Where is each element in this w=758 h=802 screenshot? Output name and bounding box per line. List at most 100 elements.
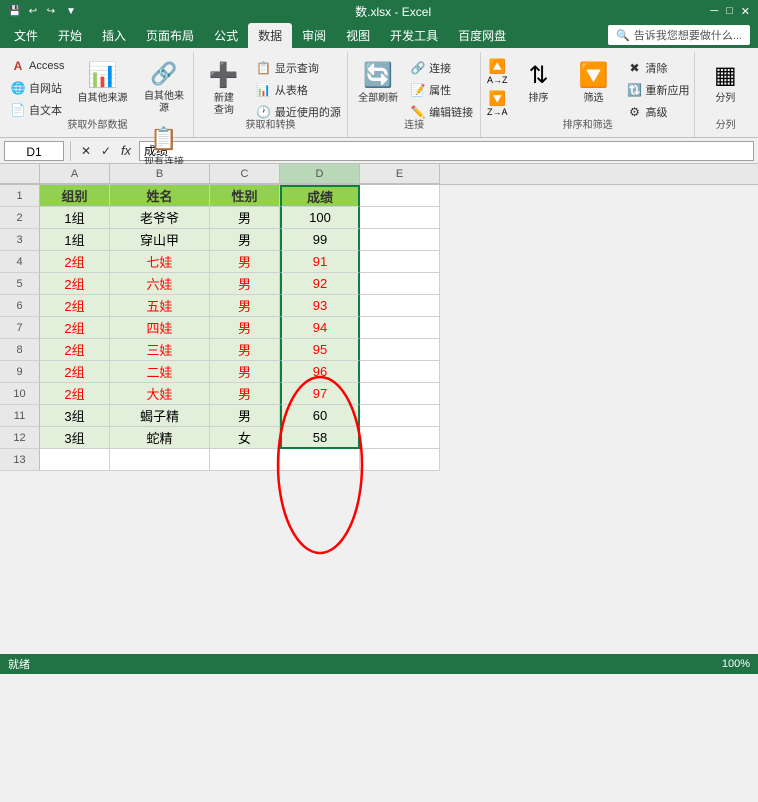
web-button[interactable]: 🌐 自网站 bbox=[6, 78, 68, 98]
cell-a8[interactable]: 2组 bbox=[40, 339, 110, 361]
cell-b5[interactable]: 六娃 bbox=[110, 273, 210, 295]
cell-c2[interactable]: 男 bbox=[210, 207, 280, 229]
cell-b7[interactable]: 四娃 bbox=[110, 317, 210, 339]
cell-d4[interactable]: 91 bbox=[280, 251, 360, 273]
cell-c10[interactable]: 男 bbox=[210, 383, 280, 405]
tab-baidu[interactable]: 百度网盘 bbox=[448, 23, 516, 48]
tab-view[interactable]: 视图 bbox=[336, 23, 380, 48]
zoom-level[interactable]: 100% bbox=[722, 658, 750, 670]
cell-b4[interactable]: 七娃 bbox=[110, 251, 210, 273]
cell-b6[interactable]: 五娃 bbox=[110, 295, 210, 317]
cell-a6[interactable]: 2组 bbox=[40, 295, 110, 317]
cell-b12[interactable]: 蛇精 bbox=[110, 427, 210, 449]
undo-icon[interactable]: ↩ bbox=[26, 4, 40, 18]
help-search[interactable]: 🔍 告诉我您想要做什么... bbox=[608, 25, 750, 45]
cell-d2[interactable]: 100 bbox=[280, 207, 360, 229]
cell-a12[interactable]: 3组 bbox=[40, 427, 110, 449]
col-header-c[interactable]: C bbox=[210, 164, 280, 184]
new-query-button[interactable]: ➕ 新建查询 bbox=[198, 56, 250, 120]
redo-icon[interactable]: ↪ bbox=[44, 4, 58, 18]
cell-a1[interactable]: 组别 bbox=[40, 185, 110, 207]
cell-d10[interactable]: 97 bbox=[280, 383, 360, 405]
connections-button[interactable]: 🔗 连接 bbox=[406, 58, 477, 78]
tab-developer[interactable]: 开发工具 bbox=[380, 23, 448, 48]
cell-e9[interactable] bbox=[360, 361, 440, 383]
cell-e4[interactable] bbox=[360, 251, 440, 273]
cell-b1[interactable]: 姓名 bbox=[110, 185, 210, 207]
cell-e8[interactable] bbox=[360, 339, 440, 361]
maximize-icon[interactable]: □ bbox=[726, 5, 733, 18]
cell-d11[interactable]: 60 bbox=[280, 405, 360, 427]
filter-button[interactable]: 🔽 筛选 bbox=[568, 56, 620, 120]
cell-e11[interactable] bbox=[360, 405, 440, 427]
cell-b2[interactable]: 老爷爷 bbox=[110, 207, 210, 229]
col-header-e[interactable]: E bbox=[360, 164, 440, 184]
cell-c6[interactable]: 男 bbox=[210, 295, 280, 317]
col-header-b[interactable]: B bbox=[110, 164, 210, 184]
cell-d9[interactable]: 96 bbox=[280, 361, 360, 383]
formula-input[interactable] bbox=[139, 141, 754, 161]
cell-e7[interactable] bbox=[360, 317, 440, 339]
tab-data[interactable]: 数据 bbox=[248, 23, 292, 48]
cell-d1[interactable]: 成绩 bbox=[280, 185, 360, 207]
cell-b9[interactable]: 二娃 bbox=[110, 361, 210, 383]
from-table-button[interactable]: 📊 从表格 bbox=[252, 80, 345, 100]
cell-b13[interactable] bbox=[110, 449, 210, 471]
col-header-a[interactable]: A bbox=[40, 164, 110, 184]
cell-b8[interactable]: 三娃 bbox=[110, 339, 210, 361]
tab-formulas[interactable]: 公式 bbox=[204, 23, 248, 48]
cell-a11[interactable]: 3组 bbox=[40, 405, 110, 427]
cell-c12[interactable]: 女 bbox=[210, 427, 280, 449]
cell-a4[interactable]: 2组 bbox=[40, 251, 110, 273]
tab-review[interactable]: 审阅 bbox=[292, 23, 336, 48]
minimize-icon[interactable]: ─ bbox=[710, 5, 718, 18]
sort-az-button[interactable]: 🔼 A→Z bbox=[485, 56, 510, 87]
sort-button[interactable]: ⇅ 排序 bbox=[513, 56, 565, 120]
cell-c9[interactable]: 男 bbox=[210, 361, 280, 383]
cell-e6[interactable] bbox=[360, 295, 440, 317]
cell-b11[interactable]: 蝎子精 bbox=[110, 405, 210, 427]
cell-a2[interactable]: 1组 bbox=[40, 207, 110, 229]
col-header-d[interactable]: D bbox=[280, 164, 360, 184]
cell-e1[interactable] bbox=[360, 185, 440, 207]
cell-c13[interactable] bbox=[210, 449, 280, 471]
properties-button[interactable]: 📝 属性 bbox=[406, 80, 477, 100]
cell-d13[interactable] bbox=[280, 449, 360, 471]
cell-d8[interactable]: 95 bbox=[280, 339, 360, 361]
cell-c5[interactable]: 男 bbox=[210, 273, 280, 295]
cell-b3[interactable]: 穿山甲 bbox=[110, 229, 210, 251]
cell-b10[interactable]: 大娃 bbox=[110, 383, 210, 405]
cell-c4[interactable]: 男 bbox=[210, 251, 280, 273]
show-query-button[interactable]: 📋 显示查询 bbox=[252, 58, 345, 78]
tab-page-layout[interactable]: 页面布局 bbox=[136, 23, 204, 48]
cell-d6[interactable]: 93 bbox=[280, 295, 360, 317]
clear-button[interactable]: ✖ 清除 bbox=[623, 58, 694, 78]
cell-a7[interactable]: 2组 bbox=[40, 317, 110, 339]
cell-d12[interactable]: 58 bbox=[280, 427, 360, 449]
cell-c11[interactable]: 男 bbox=[210, 405, 280, 427]
access-button[interactable]: A Access bbox=[6, 56, 68, 76]
cell-c8[interactable]: 男 bbox=[210, 339, 280, 361]
reapply-button[interactable]: 🔃 重新应用 bbox=[623, 80, 694, 100]
cell-a3[interactable]: 1组 bbox=[40, 229, 110, 251]
cell-e5[interactable] bbox=[360, 273, 440, 295]
cell-c3[interactable]: 男 bbox=[210, 229, 280, 251]
cell-a13[interactable] bbox=[40, 449, 110, 471]
cell-e10[interactable] bbox=[360, 383, 440, 405]
other-button[interactable]: 🔗 自其他来源 bbox=[136, 56, 191, 118]
tab-insert[interactable]: 插入 bbox=[92, 23, 136, 48]
tab-file[interactable]: 文件 bbox=[4, 23, 48, 48]
cell-e12[interactable] bbox=[360, 427, 440, 449]
cell-d5[interactable]: 92 bbox=[280, 273, 360, 295]
cell-d7[interactable]: 94 bbox=[280, 317, 360, 339]
cell-e2[interactable] bbox=[360, 207, 440, 229]
split-column-button[interactable]: ▦ 分列 bbox=[699, 56, 751, 120]
cell-d3[interactable]: 99 bbox=[280, 229, 360, 251]
other-sources-button[interactable]: 📊 自其他来源 bbox=[72, 56, 132, 118]
sort-za-button[interactable]: 🔽 Z→A bbox=[485, 88, 510, 119]
customize-icon[interactable]: ▼ bbox=[66, 6, 76, 17]
close-icon[interactable]: ✕ bbox=[741, 5, 750, 18]
cell-a9[interactable]: 2组 bbox=[40, 361, 110, 383]
cell-e3[interactable] bbox=[360, 229, 440, 251]
cell-e13[interactable] bbox=[360, 449, 440, 471]
